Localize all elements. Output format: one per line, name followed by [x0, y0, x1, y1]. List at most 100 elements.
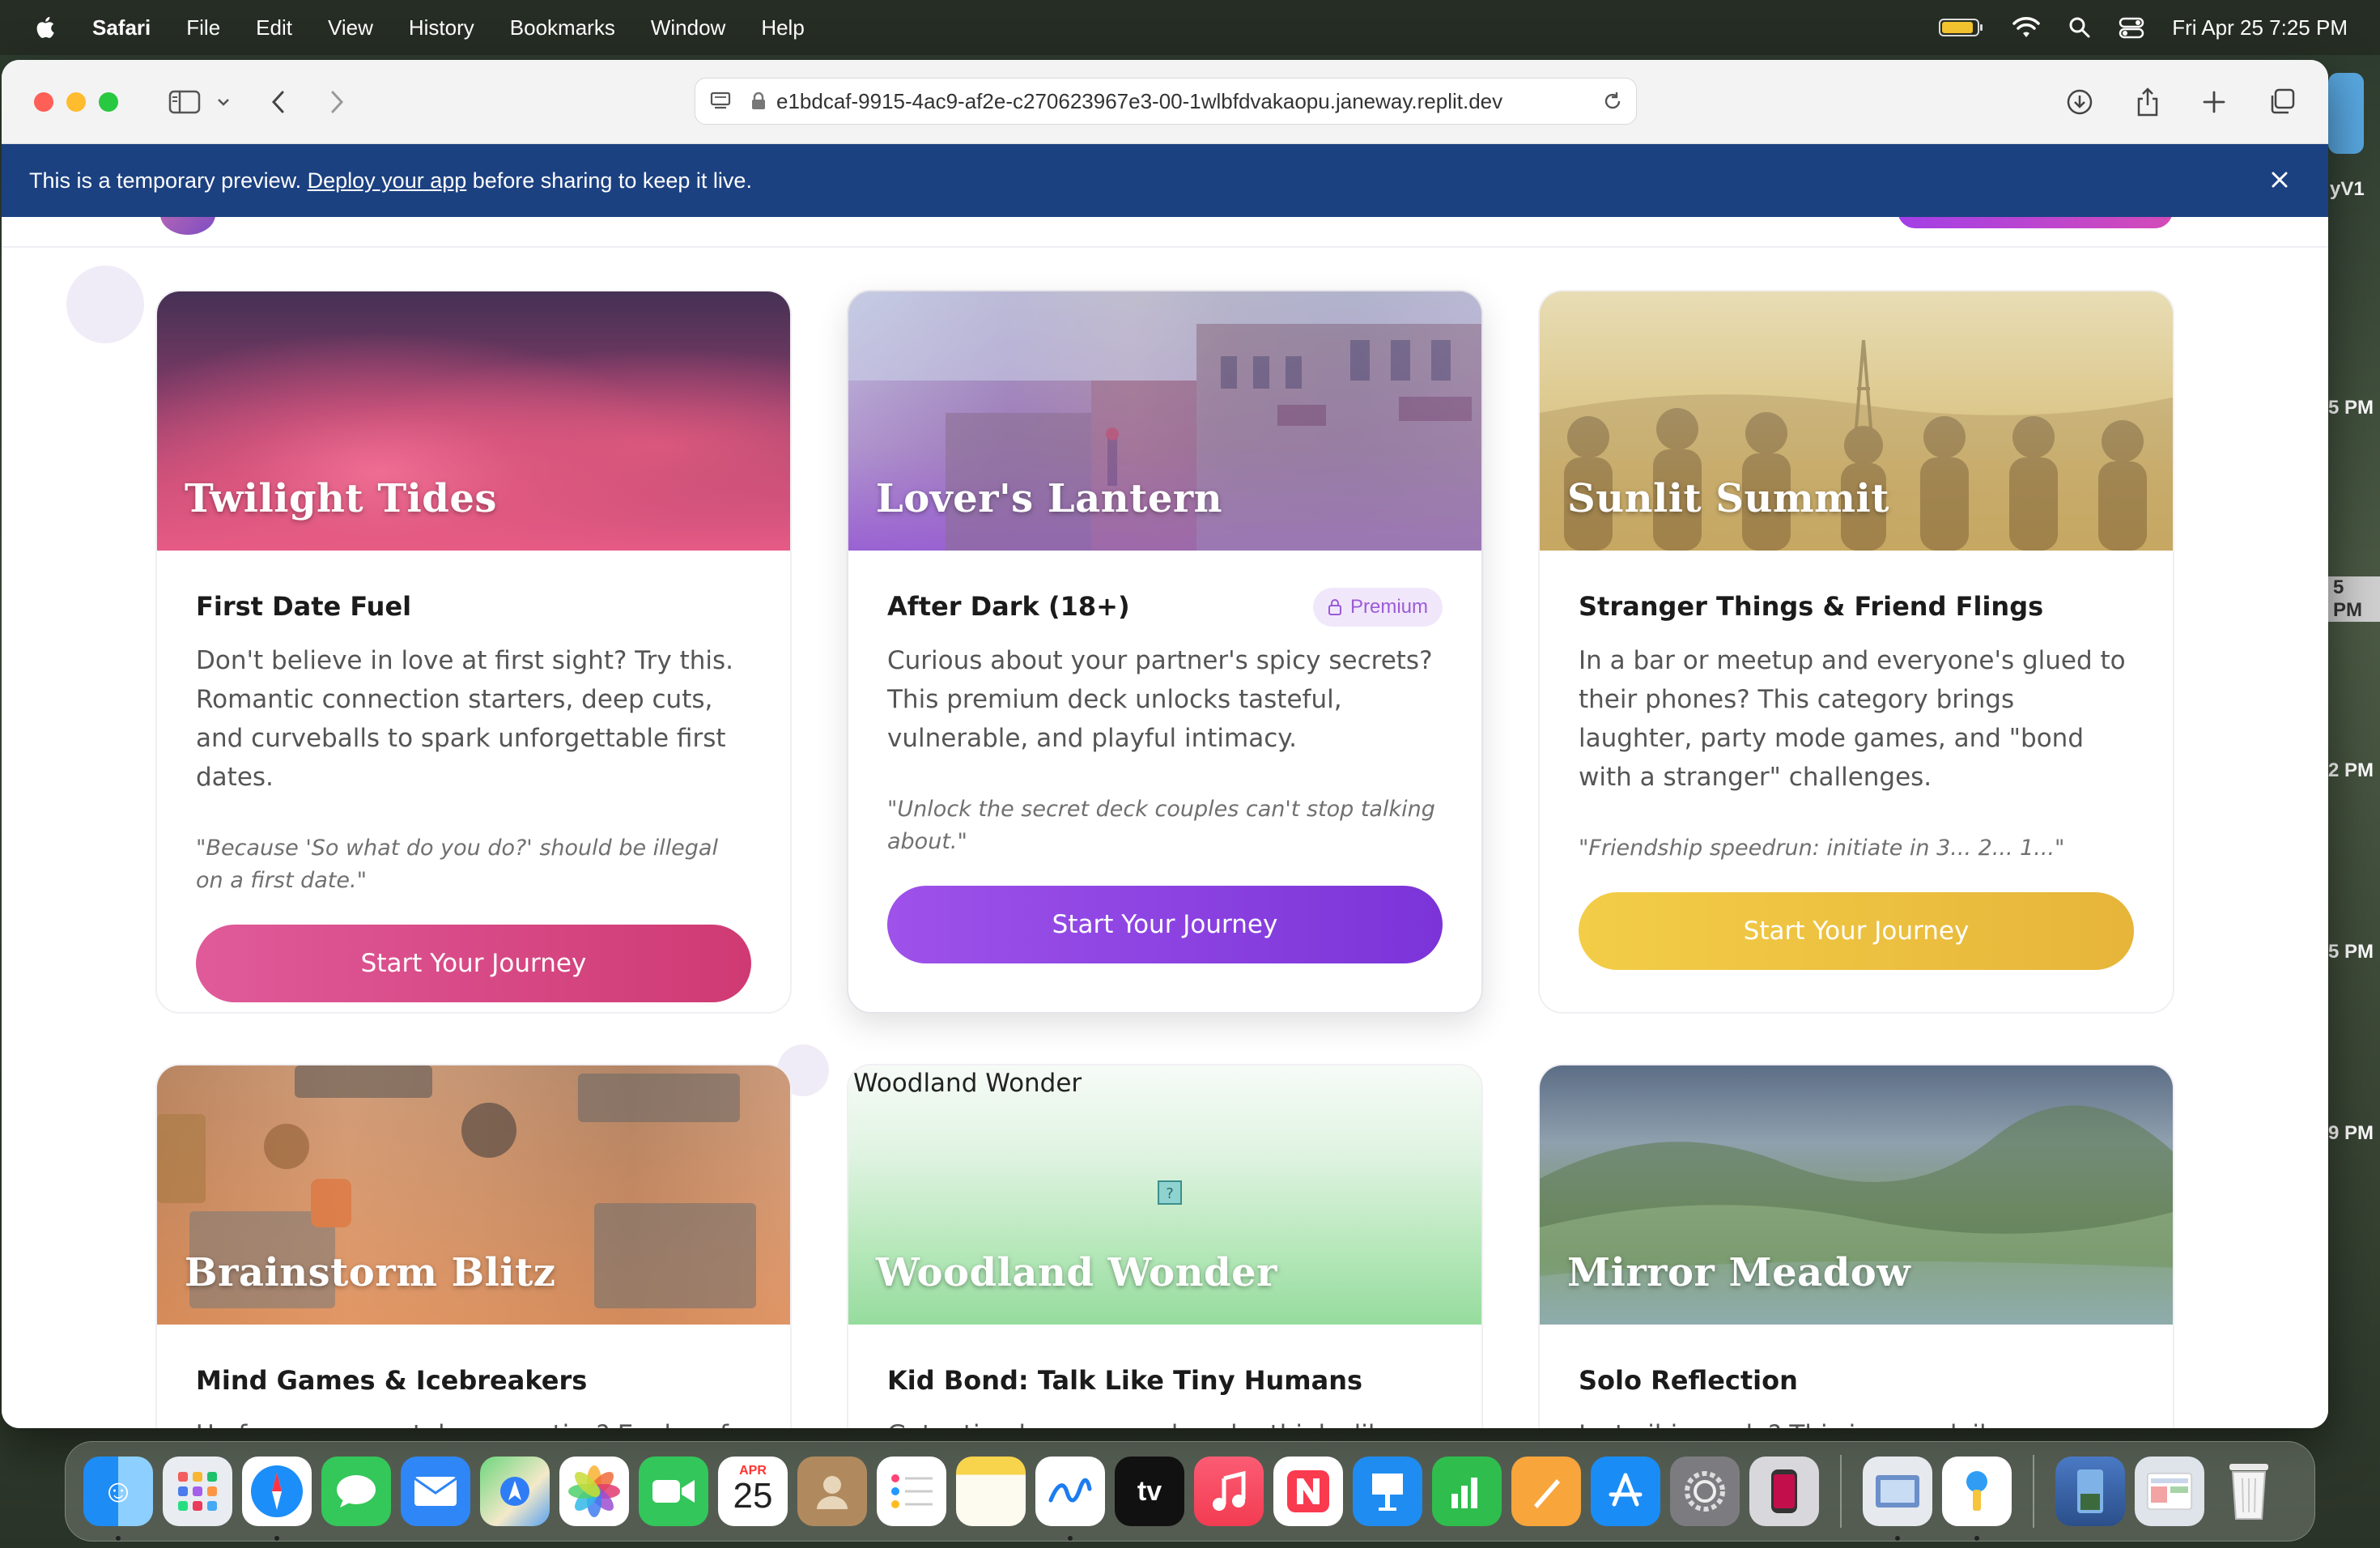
system-settings-icon[interactable]: [1670, 1457, 1740, 1526]
close-icon[interactable]: [2267, 167, 2293, 193]
spotlight-search-icon[interactable]: [2068, 16, 2091, 39]
card-description: In a bar or meetup and everyone's glued …: [1579, 646, 2126, 792]
music-icon[interactable]: [1194, 1457, 1264, 1526]
header-button-peek[interactable]: [1898, 217, 2173, 228]
desktop-label: yV1: [2330, 178, 2365, 200]
calendar-icon[interactable]: APR 25: [718, 1457, 788, 1526]
lock-icon: [1328, 599, 1341, 615]
start-journey-button[interactable]: Start Your Journey: [1579, 892, 2134, 970]
menu-bookmarks[interactable]: Bookmarks: [510, 15, 615, 40]
address-bar[interactable]: e1bdcaf-9915-4ac9-af2e-c270623967e3-00-1…: [695, 78, 1637, 125]
control-center-icon[interactable]: [2119, 16, 2144, 39]
back-arrow-icon[interactable]: [270, 90, 287, 114]
desktop-widget-peek: [2328, 73, 2364, 154]
category-card-kid-bond[interactable]: Woodland Wonder ? Woodland Wonder Kid Bo…: [847, 1064, 1483, 1428]
tv-label: tv: [1137, 1475, 1162, 1507]
passwords-icon[interactable]: [1942, 1457, 2012, 1541]
preview-app-icon[interactable]: [1863, 1457, 1932, 1541]
menu-app-name[interactable]: Safari: [92, 15, 151, 40]
category-card-stranger-things[interactable]: Sunlit Summit Stranger Things & Friend F…: [1538, 290, 2174, 1014]
card-category-title: Solo Reflection: [1579, 1365, 1798, 1396]
menu-edit[interactable]: Edit: [256, 15, 292, 40]
menu-window[interactable]: Window: [651, 15, 725, 40]
dock: ☺ APR 25 tv: [65, 1441, 2315, 1542]
chevron-down-icon[interactable]: [217, 97, 230, 107]
start-journey-button[interactable]: Start Your Journey: [887, 886, 1443, 963]
new-tab-icon[interactable]: [2202, 90, 2226, 114]
card-hero-title: Mirror Meadow: [1567, 1250, 1911, 1295]
premium-badge: Premium: [1312, 588, 1443, 627]
header-peek: [2, 217, 2328, 248]
app-store-icon[interactable]: [1591, 1457, 1660, 1526]
close-window-button[interactable]: [34, 91, 53, 112]
menu-help[interactable]: Help: [761, 15, 804, 40]
safari-window: e1bdcaf-9915-4ac9-af2e-c270623967e3-00-1…: [2, 60, 2328, 1428]
notes-icon[interactable]: [956, 1457, 1026, 1526]
menu-file[interactable]: File: [186, 15, 220, 40]
card-hero-image: Mirror Meadow: [1540, 1065, 2173, 1325]
url-text[interactable]: e1bdcaf-9915-4ac9-af2e-c270623967e3-00-1…: [776, 89, 1602, 114]
desktop-time-label: 9 PM: [2328, 1122, 2374, 1144]
facetime-icon[interactable]: [639, 1457, 708, 1526]
pages-icon[interactable]: [1511, 1457, 1581, 1526]
page-content: Twilight Tides First Date Fuel Don't bel…: [2, 217, 2328, 1428]
card-category-title: Stranger Things & Friend Flings: [1579, 591, 2044, 622]
sidebar-toggle-icon[interactable]: [168, 90, 201, 114]
page-menu-icon[interactable]: [710, 91, 731, 112]
contacts-icon[interactable]: [797, 1457, 867, 1526]
card-category-title: Mind Games & Icebreakers: [196, 1365, 588, 1396]
window-controls: [34, 91, 118, 112]
svg-text:?: ?: [1166, 1185, 1174, 1202]
category-card-solo-reflection[interactable]: Mirror Meadow Solo Reflection Just vibin…: [1538, 1064, 2174, 1428]
category-card-mind-games[interactable]: Brainstorm Blitz Mind Games & Icebreaker…: [155, 1064, 792, 1428]
reload-icon[interactable]: [1602, 91, 1623, 112]
card-quote: "Unlock the secret deck couples can't st…: [887, 797, 1435, 854]
recent-documents-stack-icon[interactable]: [2135, 1457, 2204, 1526]
news-icon[interactable]: [1273, 1457, 1343, 1526]
messages-icon[interactable]: [321, 1457, 391, 1526]
tab-overview-icon[interactable]: [2268, 88, 2296, 116]
card-hero-title: Brainstorm Blitz: [185, 1250, 556, 1295]
mail-icon[interactable]: [401, 1457, 470, 1526]
desktop-time-label: 5 PM: [2328, 397, 2374, 419]
maps-icon[interactable]: [480, 1457, 550, 1526]
apple-tv-icon[interactable]: tv: [1115, 1457, 1184, 1526]
dock-separator: [2033, 1455, 2034, 1528]
freeform-icon[interactable]: [1035, 1457, 1105, 1541]
photos-icon[interactable]: [559, 1457, 629, 1526]
running-indicator: [1895, 1536, 1900, 1541]
logo-peek[interactable]: [160, 217, 215, 235]
menu-history[interactable]: History: [409, 15, 474, 40]
battery-icon[interactable]: [1939, 17, 1984, 38]
trash-icon[interactable]: [2214, 1457, 2284, 1526]
share-icon[interactable]: [2136, 87, 2160, 117]
downloads-icon[interactable]: [2066, 88, 2093, 116]
preview-banner: This is a temporary preview. Deploy your…: [2, 144, 2328, 217]
keynote-icon[interactable]: [1353, 1457, 1422, 1526]
running-indicator: [1974, 1536, 1979, 1541]
safari-icon[interactable]: [242, 1457, 312, 1541]
fullscreen-window-button[interactable]: [99, 91, 118, 112]
card-description-peek: Up for some mental gymnastics? Explore f…: [196, 1415, 760, 1428]
card-hero-title: Sunlit Summit: [1567, 476, 1889, 521]
premium-badge-label: Premium: [1349, 596, 1428, 618]
apple-icon[interactable]: [32, 14, 60, 41]
minimize-window-button[interactable]: [66, 91, 86, 112]
launchpad-icon[interactable]: [163, 1457, 232, 1526]
dock-separator: [1840, 1455, 1842, 1528]
iphone-mirroring-icon[interactable]: [1749, 1457, 1819, 1526]
menu-datetime[interactable]: Fri Apr 25 7:25 PM: [2172, 15, 2348, 40]
finder-icon[interactable]: ☺: [83, 1457, 153, 1541]
banner-prefix-text: This is a temporary preview.: [29, 168, 308, 193]
start-journey-button[interactable]: Start Your Journey: [196, 925, 751, 1002]
card-hero-title: Lover's Lantern: [876, 476, 1223, 521]
forward-arrow-icon[interactable]: [329, 90, 345, 114]
reminders-icon[interactable]: [877, 1457, 946, 1526]
category-card-after-dark[interactable]: Lover's Lantern Premium After Dark (18+)…: [847, 290, 1483, 1014]
downloads-folder-icon[interactable]: [2055, 1457, 2125, 1526]
category-card-first-date[interactable]: Twilight Tides First Date Fuel Don't bel…: [155, 290, 792, 1014]
menu-view[interactable]: View: [328, 15, 373, 40]
deploy-app-link[interactable]: Deploy your app: [308, 168, 467, 194]
wifi-icon[interactable]: [2012, 16, 2041, 39]
numbers-icon[interactable]: [1432, 1457, 1502, 1526]
